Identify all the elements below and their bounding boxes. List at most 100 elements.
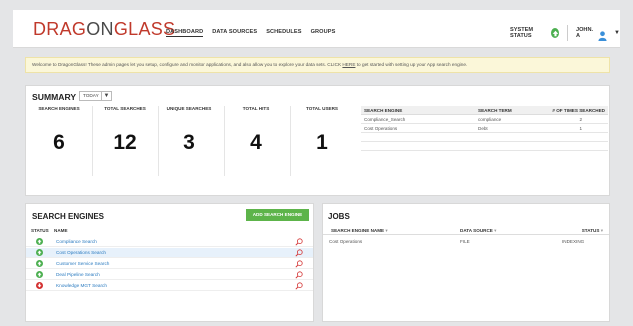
stat-label: TOTAL HITS: [242, 106, 270, 111]
header-right: SYSTEM STATUS JOHN. A ▼: [510, 25, 620, 41]
cell-search-term: compliance: [478, 117, 502, 122]
search-engine-link[interactable]: Customer Service Search: [56, 259, 109, 269]
jobs-row[interactable]: Cost Operations FILE INDEXING: [323, 237, 609, 247]
sort-caret-icon[interactable]: ▾: [601, 228, 603, 233]
summary-title: SUMMARY: [32, 92, 77, 102]
search-engine-row[interactable]: Compliance Search: [26, 237, 313, 247]
stat-value: 6: [53, 131, 65, 154]
search-icon[interactable]: [295, 260, 303, 268]
stat-divider: [224, 106, 225, 176]
nav-groups[interactable]: GROUPS: [311, 29, 336, 37]
cell-status: INDEXING: [562, 239, 585, 244]
col-header-search-term[interactable]: SEARCH TERM: [478, 106, 512, 115]
welcome-text-end: to get started with setting up your App …: [355, 62, 468, 67]
status-up-icon: [36, 238, 43, 245]
logo-text-dark: ON: [86, 19, 114, 39]
stat-total-searches: TOTAL SEARCHES 12: [98, 106, 152, 155]
col-header-search-engine-name[interactable]: SEARCH ENGINE NAME ▾: [331, 226, 388, 235]
col-header-search-engine[interactable]: SEARCH ENGINE: [364, 106, 402, 115]
stat-value: 3: [183, 131, 195, 154]
stat-label: TOTAL USERS: [306, 106, 338, 111]
stat-unique-searches: UNIQUE SEARCHES 3: [162, 106, 216, 155]
stat-divider: [290, 106, 291, 176]
table-row-empty: [361, 142, 608, 151]
status-up-icon: [36, 249, 43, 256]
table-row[interactable]: Compliance_Search compliance 2: [361, 115, 608, 124]
jobs-header: SEARCH ENGINE NAME ▾ DATA SOURCE ▾ STATU…: [323, 226, 609, 235]
header-divider: [567, 25, 568, 41]
search-engines-header: STATUS NAME: [26, 226, 313, 235]
cell-search-term: Debt: [478, 126, 488, 131]
search-engine-row[interactable]: Customer Service Search: [26, 259, 313, 269]
search-engines-panel: SEARCH ENGINES ADD SEARCH ENGINE STATUS …: [25, 203, 314, 322]
stat-value: 1: [316, 131, 328, 154]
nav-schedules[interactable]: SCHEDULES: [266, 29, 301, 37]
col-header-text: DATA SOURCE: [460, 228, 493, 233]
stat-divider: [158, 106, 159, 176]
jobs-title: JOBS: [328, 212, 350, 221]
sort-caret-icon[interactable]: ▾: [494, 228, 496, 233]
search-engine-link[interactable]: Compliance Search: [56, 237, 97, 247]
table-row[interactable]: Cost Operations Debt 1: [361, 124, 608, 133]
table-header-row: SEARCH ENGINE SEARCH TERM # OF TIMES SEA…: [361, 106, 608, 115]
summary-panel: SUMMARY TODAY ▼ SEARCH ENGINES 6 TOTAL S…: [25, 85, 610, 196]
search-icon[interactable]: [295, 249, 303, 257]
col-header-data-source[interactable]: DATA SOURCE ▾: [460, 226, 496, 235]
system-status-label[interactable]: SYSTEM STATUS: [510, 27, 547, 39]
search-engine-row[interactable]: Deal Pipeline Search: [26, 270, 313, 280]
period-select[interactable]: TODAY ▼: [79, 91, 112, 101]
nav-data-sources[interactable]: DATA SOURCES: [212, 29, 257, 37]
stat-label: TOTAL SEARCHES: [104, 106, 146, 111]
col-header-times-searched[interactable]: # OF TIMES SEARCHED: [552, 106, 605, 115]
stat-value: 12: [113, 131, 137, 154]
search-icon[interactable]: [295, 271, 303, 279]
system-status-up-icon[interactable]: [551, 28, 560, 38]
search-engines-title: SEARCH ENGINES: [32, 212, 105, 221]
search-engine-row[interactable]: Cost Operations Search: [26, 248, 313, 258]
app-logo[interactable]: DRAGONGLASS: [33, 19, 175, 40]
stat-value: 4: [250, 131, 262, 154]
col-header-text: SEARCH ENGINE NAME: [331, 228, 385, 233]
search-engine-link[interactable]: Cost Operations Search: [56, 248, 106, 258]
cell-times-searched: 2: [579, 117, 582, 122]
welcome-banner: Welcome to DragonGlass! These admin page…: [25, 57, 610, 73]
sort-caret-icon[interactable]: ▾: [385, 228, 387, 233]
col-header-status[interactable]: STATUS: [31, 226, 49, 235]
search-terms-table: SEARCH ENGINE SEARCH TERM # OF TIMES SEA…: [361, 106, 608, 151]
stat-divider: [92, 106, 93, 176]
cell-search-engine: Compliance_Search: [364, 117, 406, 122]
stat-label: UNIQUE SEARCHES: [166, 106, 212, 111]
top-header: DRAGONGLASS DASHBOARD DATA SOURCES SCHED…: [13, 10, 620, 48]
status-up-icon: [36, 271, 43, 278]
period-dropdown-icon[interactable]: ▼: [101, 91, 111, 101]
user-name[interactable]: JOHN. A: [576, 27, 594, 39]
stat-total-users: TOTAL USERS 1: [295, 106, 349, 155]
search-icon[interactable]: [295, 238, 303, 246]
search-engine-link[interactable]: Deal Pipeline Search: [56, 270, 100, 280]
add-search-engine-button[interactable]: ADD SEARCH ENGINE: [246, 209, 309, 221]
search-icon[interactable]: [295, 282, 303, 290]
cell-search-engine-name: Cost Operations: [329, 239, 363, 244]
welcome-text: Welcome to DragonGlass! These admin page…: [32, 62, 343, 67]
status-down-icon: [36, 282, 43, 289]
user-menu-caret-icon[interactable]: ▼: [614, 30, 620, 36]
user-icon[interactable]: [598, 28, 607, 41]
col-header-status[interactable]: STATUS ▾: [582, 226, 603, 235]
cell-times-searched: 1: [579, 126, 582, 131]
col-header-name[interactable]: NAME: [54, 226, 68, 235]
stat-label: SEARCH ENGINES: [38, 106, 80, 111]
status-up-icon: [36, 260, 43, 267]
stat-search-engines: SEARCH ENGINES 6: [32, 106, 86, 155]
nav-dashboard[interactable]: DASHBOARD: [166, 29, 204, 37]
table-row-empty: [361, 133, 608, 142]
col-header-text: STATUS: [581, 228, 600, 233]
search-engine-row[interactable]: Knowledge MGT Search: [26, 281, 313, 291]
logo-text-red: DRAG: [33, 19, 87, 39]
main-nav: DASHBOARD DATA SOURCES SCHEDULES GROUPS: [166, 29, 335, 37]
stat-total-hits: TOTAL HITS 4: [229, 106, 283, 155]
jobs-panel: JOBS SEARCH ENGINE NAME ▾ DATA SOURCE ▾ …: [322, 203, 610, 322]
cell-data-source: FILE: [460, 239, 470, 244]
period-value: TODAY: [83, 93, 99, 98]
search-engine-link[interactable]: Knowledge MGT Search: [56, 281, 107, 291]
welcome-here-link[interactable]: HERE: [342, 62, 355, 67]
